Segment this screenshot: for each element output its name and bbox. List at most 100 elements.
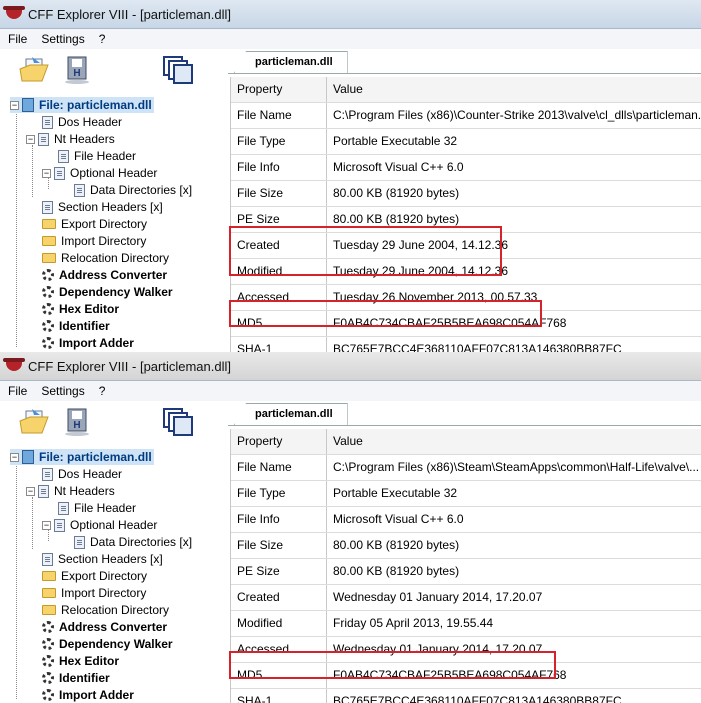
tree-item-import-directory[interactable]: Import Directory [42,233,148,249]
table-row[interactable]: PE Size 80.00 KB (81920 bytes) [231,559,701,585]
tree-item-section-headers[interactable]: Section Headers [x] [42,551,165,567]
cff-window-bottom: CFF Explorer VIII - [particleman.dll] Fi… [0,352,701,703]
table-row[interactable]: SHA-1 BC765E7BCC4E368110AFF07C813A146380B… [231,689,701,703]
tree-item-dos-header[interactable]: Dos Header [42,114,124,130]
document-icon [54,518,65,532]
table-row[interactable]: File Info Microsoft Visual C++ 6.0 [231,155,701,181]
document-icon [58,149,69,163]
document-icon [42,200,53,214]
open-file-icon[interactable] [18,55,50,85]
tab-particleman[interactable]: particleman.dll [234,403,348,425]
document-icon [42,115,53,129]
title-bar[interactable]: CFF Explorer VIII - [particleman.dll] [0,0,701,29]
tree-item-nt-headers[interactable]: − Nt Headers [26,131,117,147]
column-header-value[interactable]: Value [327,77,701,102]
document-icon [38,484,49,498]
tree-item-data-directories[interactable]: Data Directories [x] [74,534,194,550]
table-row[interactable]: File Info Microsoft Visual C++ 6.0 [231,507,701,533]
tree-item-identifier[interactable]: Identifier [42,318,112,334]
tree-item-dependency-walker[interactable]: Dependency Walker [42,636,175,652]
save-disk-icon[interactable]: H [62,55,94,85]
tree-item-export-directory[interactable]: Export Directory [42,568,149,584]
tree-item-import-directory[interactable]: Import Directory [42,585,148,601]
windows-icon[interactable] [162,55,194,85]
gear-icon [42,303,54,315]
cff-window-top: CFF Explorer VIII - [particleman.dll] Fi… [0,0,701,352]
tree-item-nt-headers[interactable]: − Nt Headers [26,483,117,499]
gear-icon [42,689,54,701]
tree-item-address-converter[interactable]: Address Converter [42,619,169,635]
app-icon [3,6,25,19]
tree-item-file-header[interactable]: File Header [58,500,138,516]
tree-item-export-directory[interactable]: Export Directory [42,216,149,232]
collapse-icon[interactable]: − [42,520,51,530]
window-title: CFF Explorer VIII - [particleman.dll] [28,358,231,374]
menu-settings[interactable]: Settings [33,32,90,46]
tab-strip: particleman.dll [228,49,701,74]
tree-item-file[interactable]: − File: particleman.dll [10,449,154,465]
table-row[interactable]: File Size 80.00 KB (81920 bytes) [231,533,701,559]
column-header-property[interactable]: Property [231,77,327,102]
tree-item-import-adder[interactable]: Import Adder [42,687,136,703]
table-row[interactable]: File Type Portable Executable 32 [231,129,701,155]
menu-help[interactable]: ? [91,384,112,398]
tree-item-optional-header[interactable]: − Optional Header [42,165,159,181]
folder-icon [42,605,56,615]
collapse-icon[interactable]: − [42,168,51,178]
tree-item-optional-header[interactable]: − Optional Header [42,517,159,533]
gear-icon [42,638,54,650]
collapse-icon[interactable]: − [26,486,35,496]
title-bar[interactable]: CFF Explorer VIII - [particleman.dll] [0,352,701,381]
tree-item-dependency-walker[interactable]: Dependency Walker [42,284,175,300]
tree-view: − File: particleman.dll Dos Header − Nt H… [8,97,228,352]
svg-text:H: H [73,420,80,431]
tree-item-import-adder[interactable]: Import Adder [42,335,136,351]
table-row[interactable]: Modified Friday 05 April 2013, 19.55.44 [231,611,701,637]
open-file-icon[interactable] [18,407,50,437]
highlight-dates-box [229,226,502,276]
tree-item-address-converter[interactable]: Address Converter [42,267,169,283]
tree-item-data-directories[interactable]: Data Directories [x] [74,182,194,198]
document-icon [74,183,85,197]
menu-help[interactable]: ? [91,32,112,46]
gear-icon [42,672,54,684]
column-header-value[interactable]: Value [327,429,701,454]
collapse-icon[interactable]: − [10,452,19,462]
table-row[interactable]: File Size 80.00 KB (81920 bytes) [231,181,701,207]
document-icon [42,467,53,481]
tree-item-file-header[interactable]: File Header [58,148,138,164]
toolbar: H [0,401,228,449]
collapse-icon[interactable]: − [26,134,35,144]
tree-item-section-headers[interactable]: Section Headers [x] [42,199,165,215]
table-row[interactable]: SHA-1 BC765E7BCC4E368110AFF07C813A146380B… [231,337,701,352]
tree-item-hex-editor[interactable]: Hex Editor [42,653,121,669]
menu-file[interactable]: File [0,32,33,46]
menu-settings[interactable]: Settings [33,384,90,398]
document-icon [42,552,53,566]
menu-file[interactable]: File [0,384,33,398]
tab-particleman[interactable]: particleman.dll [234,51,348,73]
gear-icon [42,320,54,332]
table-row[interactable]: Created Wednesday 01 January 2014, 17.20.… [231,585,701,611]
tree-item-relocation-directory[interactable]: Relocation Directory [42,250,171,266]
table-row[interactable]: File Name C:\Program Files (x86)\Counter-… [231,103,701,129]
table-header: Property Value [231,77,701,103]
table-header: Property Value [231,429,701,455]
windows-icon[interactable] [162,407,194,437]
tree-item-identifier[interactable]: Identifier [42,670,112,686]
table-row[interactable]: File Name C:\Program Files (x86)\Steam\St… [231,455,701,481]
collapse-icon[interactable]: − [10,100,19,110]
column-header-property[interactable]: Property [231,429,327,454]
app-icon [3,358,25,371]
document-icon [38,132,49,146]
gear-icon [42,655,54,667]
tree-item-dos-header[interactable]: Dos Header [42,466,124,482]
tree-item-file[interactable]: − File: particleman.dll [10,97,154,113]
folder-icon [42,219,56,229]
save-disk-icon[interactable]: H [62,407,94,437]
tree-item-hex-editor[interactable]: Hex Editor [42,301,121,317]
gear-icon [42,337,54,349]
tree-item-relocation-directory[interactable]: Relocation Directory [42,602,171,618]
table-row[interactable]: File Type Portable Executable 32 [231,481,701,507]
document-icon [54,166,65,180]
